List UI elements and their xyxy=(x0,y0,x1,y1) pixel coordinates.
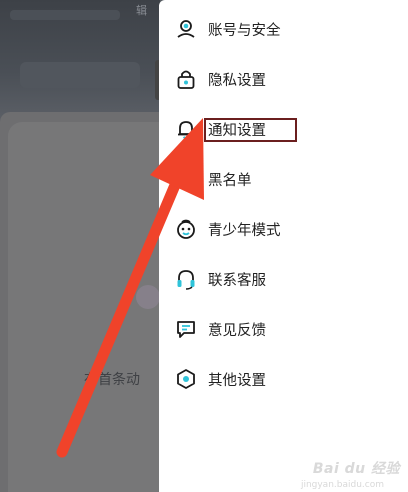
teen-mode-icon xyxy=(173,216,199,242)
menu-item-label: 隐私设置 xyxy=(208,72,266,89)
background-post-hint[interactable]: 布首条动 xyxy=(84,369,140,389)
blacklist-icon xyxy=(173,166,199,192)
watermark-url: jingyan.baidu.com xyxy=(300,480,384,490)
menu-item-teen-mode[interactable]: 青少年模式 xyxy=(173,211,393,247)
other-settings-icon xyxy=(173,366,199,392)
headset-icon xyxy=(173,266,199,292)
menu-item-privacy[interactable]: 隐私设置 xyxy=(173,61,393,97)
menu-item-label: 账号与安全 xyxy=(208,22,281,39)
menu-item-label: 联系客服 xyxy=(208,272,266,289)
background-edit-label[interactable]: 辑 xyxy=(136,2,147,18)
highlight-box xyxy=(204,118,297,142)
menu-item-customer-service[interactable]: 联系客服 xyxy=(173,261,393,297)
menu-item-label: 青少年模式 xyxy=(208,222,281,239)
background-blur xyxy=(20,62,140,88)
menu-item-account-security[interactable]: 账号与安全 xyxy=(173,11,393,47)
menu-item-other-settings[interactable]: 其他设置 xyxy=(173,361,393,397)
account-security-icon xyxy=(173,16,199,42)
menu-item-label: 其他设置 xyxy=(208,372,266,389)
menu-item-feedback[interactable]: 意见反馈 xyxy=(173,311,393,347)
watermark: Bai du 经验 xyxy=(312,461,400,477)
flower-icon xyxy=(136,285,160,309)
bell-icon xyxy=(173,116,199,142)
background-blur xyxy=(10,10,120,20)
menu-item-label: 黑名单 xyxy=(208,172,252,189)
feedback-icon xyxy=(173,316,199,342)
menu-item-blacklist[interactable]: 黑名单 xyxy=(173,161,393,197)
settings-drawer: 账号与安全 隐私设置 通知设置 黑名单 青少年模式 联系客服 意见反馈 其他设置 xyxy=(159,0,408,492)
menu-item-label: 意见反馈 xyxy=(208,322,266,339)
lock-icon xyxy=(173,66,199,92)
